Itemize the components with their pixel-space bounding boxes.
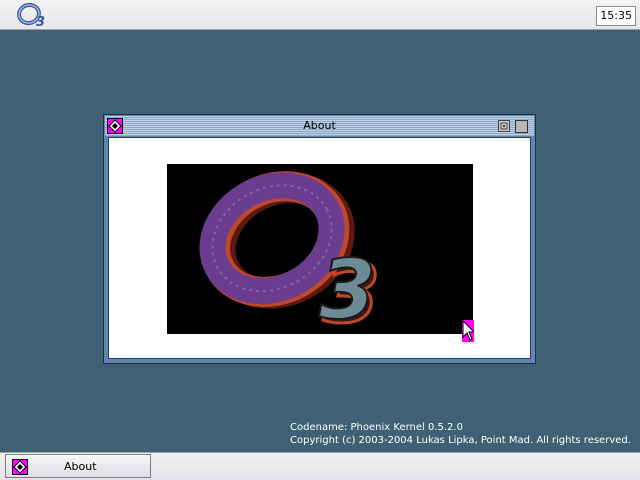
- close-icon[interactable]: [515, 120, 528, 133]
- diamond-icon: [13, 460, 27, 474]
- iconify-icon[interactable]: [498, 120, 510, 132]
- window-menu-icon: [12, 459, 28, 475]
- o3-banner-logo: 3 3: [167, 164, 473, 334]
- window-title: About: [303, 119, 336, 132]
- svg-text:3: 3: [319, 243, 376, 334]
- codename-text: Codename: Phoenix Kernel 0.5.2.0: [290, 422, 463, 433]
- taskbar-item-label: About: [64, 460, 97, 473]
- system-info: Codename: Phoenix Kernel 0.5.2.0 Copyrig…: [290, 421, 631, 447]
- taskbar-item-about[interactable]: About: [5, 454, 151, 478]
- copyright-text: Copyright (c) 2003-2004 Lukas Lipka, Poi…: [290, 435, 631, 446]
- o3-logo-icon[interactable]: 3: [14, 2, 54, 28]
- mouse-cursor-icon: [462, 320, 474, 342]
- top-menubar: 3 15:35: [0, 0, 640, 30]
- window-titlebar[interactable]: About: [105, 116, 534, 136]
- svg-text:3: 3: [36, 15, 45, 28]
- minimize-glyph-icon: [500, 122, 508, 130]
- clock[interactable]: 15:35: [596, 6, 636, 26]
- taskbar: About: [0, 452, 640, 480]
